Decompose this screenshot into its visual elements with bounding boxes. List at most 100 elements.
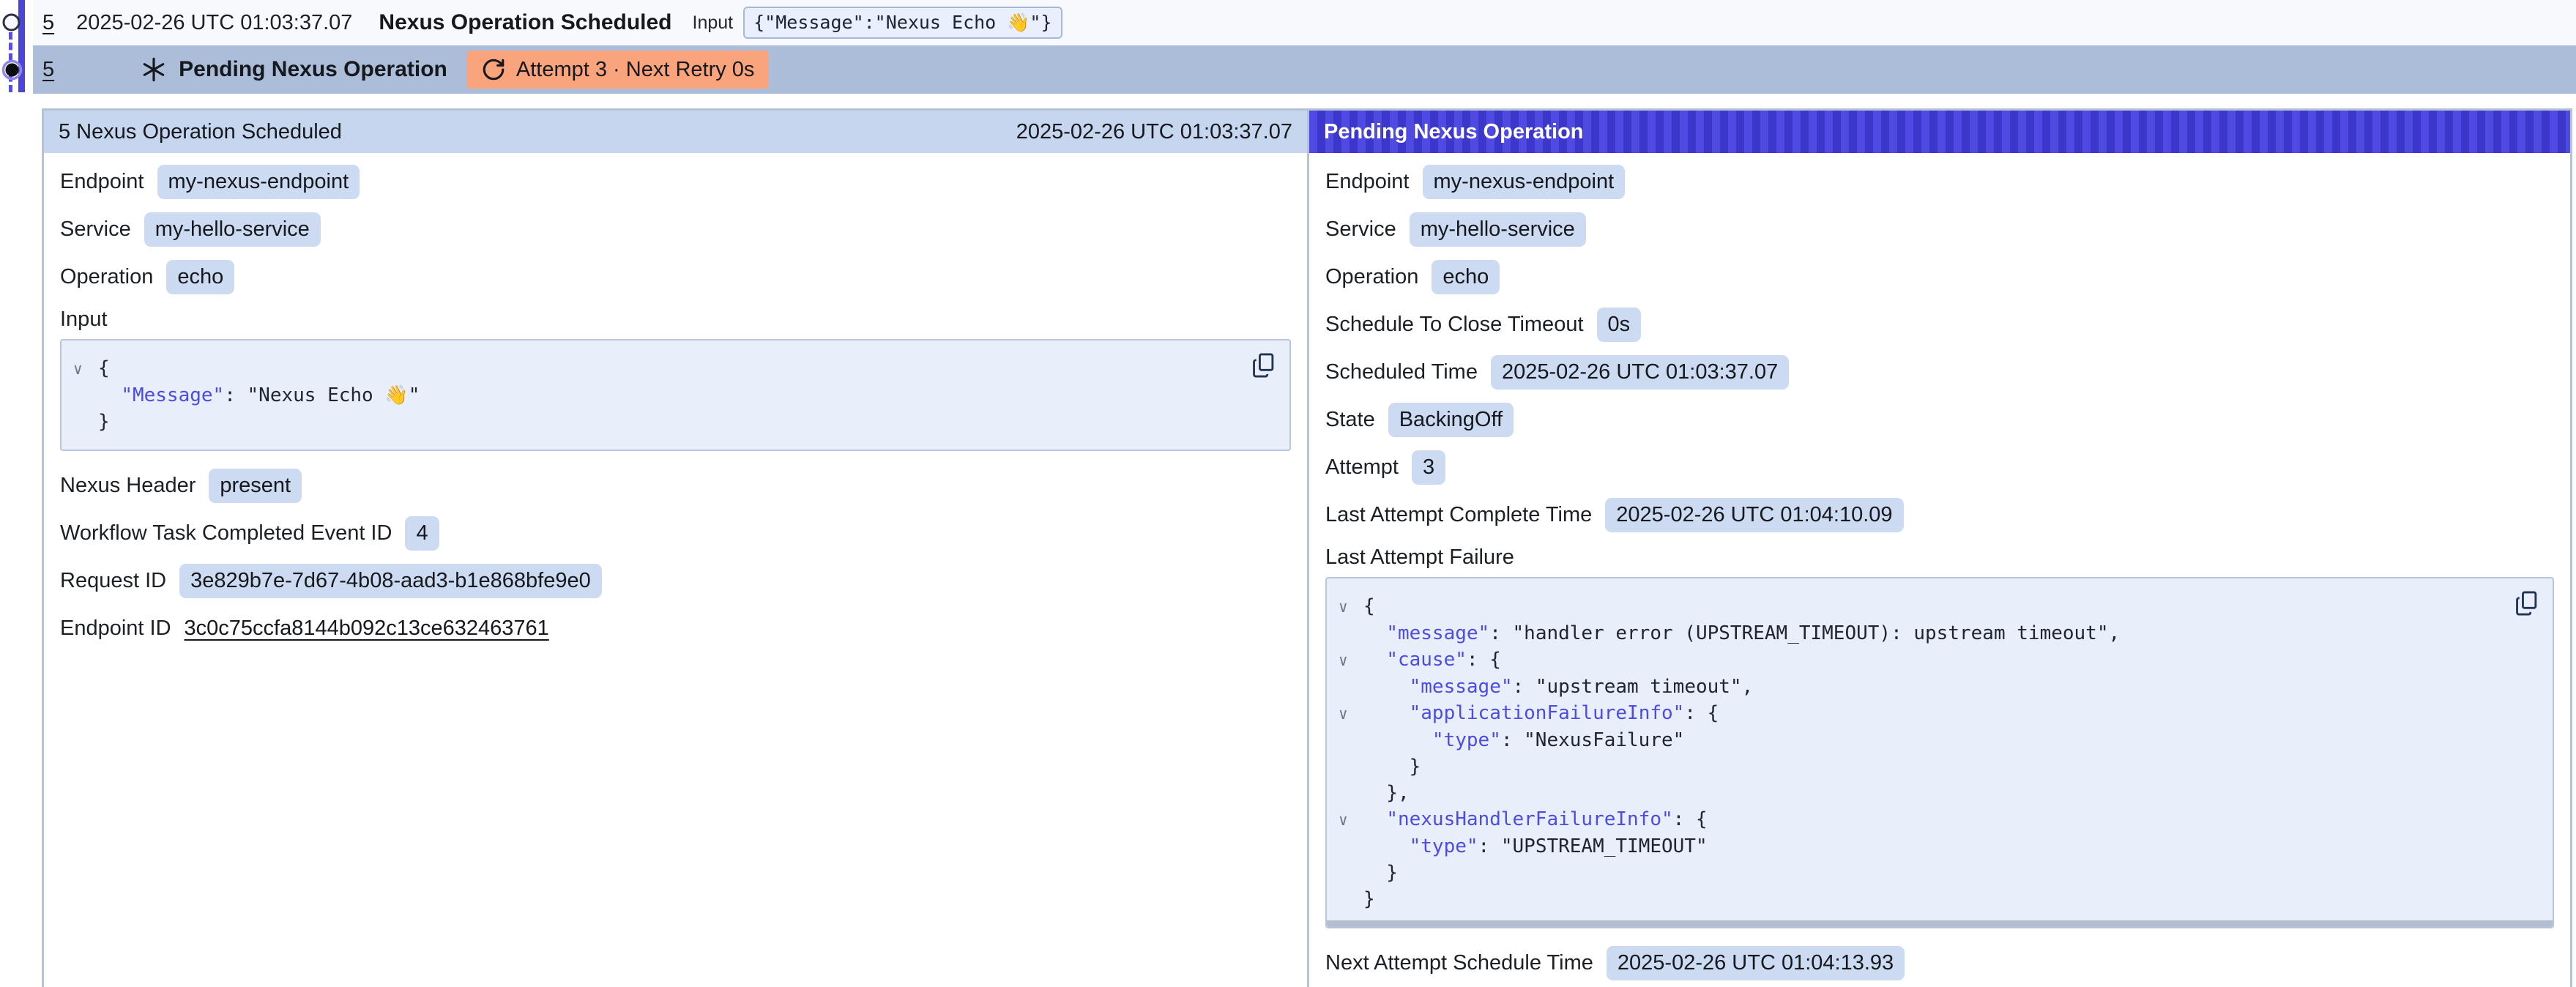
code-line: } <box>1339 886 2501 912</box>
field-value-badge: 4 <box>405 516 439 551</box>
event-id-link[interactable]: 5 <box>42 11 54 35</box>
field-value-badge: 2025-02-26 UTC 01:04:10.09 <box>1605 498 1903 532</box>
event-input-chip: {"Message":"Nexus Echo 👋"} <box>743 7 1062 39</box>
endpoint-id-link[interactable]: 3c0c75ccfa8144b092c13ce632463761 <box>185 617 549 641</box>
event-row-scheduled[interactable]: 5 2025-02-26 UTC 01:03:37.07 Nexus Opera… <box>33 0 2576 45</box>
field-label: Scheduled Time <box>1325 360 1478 384</box>
event-detail-panels: 5 Nexus Operation Scheduled 2025-02-26 U… <box>42 108 2572 987</box>
event-title: Nexus Operation Scheduled <box>379 10 671 35</box>
failure-section-label: Last Attempt Failure <box>1325 545 2554 570</box>
field-label: Nexus Header <box>60 474 196 498</box>
copy-icon <box>1250 351 1278 380</box>
field-value-badge: echo <box>1432 260 1500 294</box>
field-label: Endpoint <box>60 170 144 194</box>
copy-button[interactable] <box>2513 589 2541 618</box>
input-json-block: ∨{ "Message": "Nexus Echo 👋"} <box>60 339 1291 451</box>
field-state: State BackingOff <box>1325 403 2554 437</box>
field-endpoint: Endpoint my-nexus-endpoint <box>60 165 1291 199</box>
field-value-badge: my-nexus-endpoint <box>157 165 360 199</box>
field-service: Service my-hello-service <box>60 212 1291 247</box>
timeline-filled-circle-icon[interactable] <box>1 59 23 81</box>
pending-id-link[interactable]: 5 <box>42 58 54 82</box>
field-nexus-header: Nexus Header present <box>60 469 1291 503</box>
code-line: "message": "handler error (UPSTREAM_TIME… <box>1339 620 2501 647</box>
code-line: "type": "UPSTREAM_TIMEOUT" <box>1339 833 2501 860</box>
field-request-id: Request ID 3e829b7e-7d67-4b08-aad3-b1e86… <box>60 564 1291 598</box>
event-timestamp: 2025-02-26 UTC 01:03:37.07 <box>76 11 352 35</box>
field-label: Endpoint ID <box>60 617 171 641</box>
event-row-pending[interactable]: 5 Pending Nexus Operation Attempt 3 · Ne… <box>33 45 2576 94</box>
field-schedule-to-close-timeout: Schedule To Close Timeout 0s <box>1325 308 2554 342</box>
pending-panel-header: Pending Nexus Operation <box>1309 111 2570 153</box>
field-label: Endpoint <box>1325 170 1410 194</box>
code-line: ∨ "cause": { <box>1339 647 2501 674</box>
code-line: } <box>73 409 1238 435</box>
field-value-badge: BackingOff <box>1388 403 1514 437</box>
field-label: Next Attempt Schedule Time <box>1325 951 1593 975</box>
field-value-badge: 3e829b7e-7d67-4b08-aad3-b1e868bfe9e0 <box>179 564 602 598</box>
panel-pending-nexus-operation: Pending Nexus Operation Endpoint my-nexu… <box>1307 111 2570 987</box>
field-label: Operation <box>60 265 153 289</box>
field-attempt: Attempt 3 <box>1325 450 2554 485</box>
field-value-badge: my-hello-service <box>1410 212 1586 247</box>
field-label: Workflow Task Completed Event ID <box>60 521 392 545</box>
retry-badge-label: Attempt 3 · Next Retry 0s <box>516 58 755 82</box>
field-scheduled-time: Scheduled Time 2025-02-26 UTC 01:03:37.0… <box>1325 355 2554 390</box>
field-label: Service <box>1325 217 1396 242</box>
field-workflow-task-completed-event-id: Workflow Task Completed Event ID 4 <box>60 516 1291 551</box>
field-value-badge: 3 <box>1412 450 1445 485</box>
field-operation: Operation echo <box>1325 260 2554 294</box>
pending-panel-title: Pending Nexus Operation <box>1324 120 1584 144</box>
code-line: } <box>1339 753 2501 780</box>
scheduled-panel-timestamp: 2025-02-26 UTC 01:03:37.07 <box>1016 120 1292 144</box>
panel-nexus-operation-scheduled: 5 Nexus Operation Scheduled 2025-02-26 U… <box>44 111 1307 987</box>
field-label: Schedule To Close Timeout <box>1325 313 1584 337</box>
code-line: ∨{ <box>1339 593 2501 620</box>
field-value-badge: my-hello-service <box>144 212 321 247</box>
copy-icon <box>2513 589 2541 618</box>
field-last-attempt-complete-time: Last Attempt Complete Time 2025-02-26 UT… <box>1325 498 2554 532</box>
timeline-open-circle-icon[interactable] <box>1 12 21 32</box>
code-line: ∨ "nexusHandlerFailureInfo": { <box>1339 806 2501 833</box>
code-line: "Message": "Nexus Echo 👋" <box>73 382 1238 409</box>
scheduled-panel-title: 5 Nexus Operation Scheduled <box>59 120 342 144</box>
collapse-chevron-icon[interactable]: ∨ <box>1339 647 1363 674</box>
pending-title: Pending Nexus Operation <box>179 57 447 82</box>
field-service: Service my-hello-service <box>1325 212 2554 247</box>
event-timeline <box>0 0 33 95</box>
code-line: ∨{ <box>73 355 1238 382</box>
field-label: Last Attempt Complete Time <box>1325 503 1592 527</box>
field-endpoint: Endpoint my-nexus-endpoint <box>1325 165 2554 199</box>
field-endpoint-id: Endpoint ID 3c0c75ccfa8144b092c13ce63246… <box>60 611 1291 645</box>
code-line: ∨ "applicationFailureInfo": { <box>1339 700 2501 727</box>
retry-icon <box>481 57 506 82</box>
input-section-label: Input <box>60 308 1291 332</box>
failure-json-block: ∨{ "message": "handler error (UPSTREAM_T… <box>1325 577 2554 928</box>
field-operation: Operation echo <box>60 260 1291 294</box>
field-value-badge: 2025-02-26 UTC 01:03:37.07 <box>1491 355 1789 390</box>
field-value-badge: echo <box>166 260 234 294</box>
collapse-chevron-icon[interactable]: ∨ <box>1339 701 1363 727</box>
collapse-chevron-icon[interactable]: ∨ <box>1339 807 1363 833</box>
field-value-badge: present <box>209 469 302 503</box>
copy-button[interactable] <box>1250 351 1278 380</box>
field-value-badge: my-nexus-endpoint <box>1423 165 1626 199</box>
field-value-badge: 2025-02-26 UTC 01:04:13.93 <box>1607 946 1905 980</box>
field-label: Service <box>60 217 131 242</box>
code-line: }, <box>1339 780 2501 806</box>
code-line: } <box>1339 860 2501 886</box>
collapse-chevron-icon[interactable]: ∨ <box>73 356 98 382</box>
horizontal-scrollbar[interactable] <box>1327 920 2553 927</box>
field-value-badge: 0s <box>1597 308 1642 342</box>
code-line: "message": "upstream timeout", <box>1339 674 2501 700</box>
retry-attempt-badge: Attempt 3 · Next Retry 0s <box>466 51 770 89</box>
field-label: State <box>1325 408 1375 432</box>
field-label: Operation <box>1325 265 1418 289</box>
event-input-label: Input <box>693 12 734 34</box>
collapse-chevron-icon[interactable]: ∨ <box>1339 594 1363 620</box>
field-next-attempt-schedule-time: Next Attempt Schedule Time 2025-02-26 UT… <box>1325 946 2554 980</box>
scheduled-panel-header: 5 Nexus Operation Scheduled 2025-02-26 U… <box>44 111 1307 153</box>
field-label: Request ID <box>60 569 166 593</box>
pending-asterisk-icon <box>141 56 167 83</box>
field-label: Attempt <box>1325 455 1399 480</box>
